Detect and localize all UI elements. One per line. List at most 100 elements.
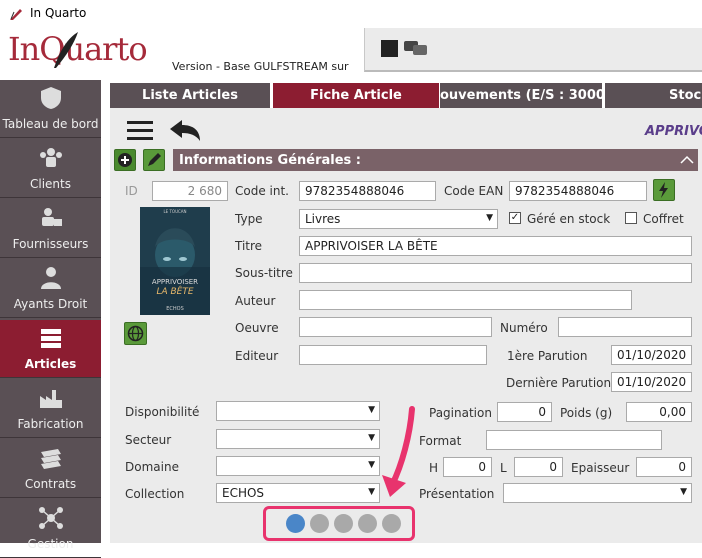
editeur-field[interactable] xyxy=(299,345,487,365)
page-dot-2[interactable] xyxy=(310,514,329,533)
id-field: 2 680 xyxy=(152,181,228,201)
h-field[interactable]: 0 xyxy=(443,457,492,477)
sidebar-item-label: Contrats xyxy=(24,477,77,491)
l-field[interactable]: 0 xyxy=(514,457,563,477)
page-dot-5[interactable] xyxy=(382,514,401,533)
sidebar-item-label: Fournisseurs xyxy=(12,237,89,251)
section-title: Informations Générales : xyxy=(179,153,362,168)
chevron-up-icon[interactable] xyxy=(680,154,694,164)
disponibilite-select[interactable] xyxy=(216,401,380,421)
pagination-field[interactable]: 0 xyxy=(497,402,552,422)
menu-icon[interactable] xyxy=(127,121,153,141)
collection-label: Collection xyxy=(125,487,185,501)
sidebar-item-clients[interactable]: Clients xyxy=(0,140,101,198)
top-toolbar xyxy=(364,28,702,72)
sidebar-item-tableau-de-bord[interactable]: Tableau de bord xyxy=(0,80,101,138)
sidebar-item-label: Ayants Droit xyxy=(13,297,88,311)
shield-icon xyxy=(41,87,61,109)
web-button[interactable] xyxy=(124,322,147,345)
code-ean-field[interactable]: 9782354888046 xyxy=(509,181,647,201)
derniere-parution-field[interactable]: 01/10/2020 xyxy=(611,372,692,392)
titre-field[interactable]: APPRIVOISER LA BÊTE xyxy=(299,236,692,256)
sidebar-item-articles[interactable]: Articles xyxy=(0,320,101,378)
code-int-label: Code int. xyxy=(235,184,289,198)
book-cover-image: LE TOUCAN APPRIVOISER LA BÊTE ECHOS xyxy=(140,207,210,315)
section-header[interactable]: Informations Générales : xyxy=(173,149,698,171)
sidebar-item-label: Fabrication xyxy=(17,417,84,431)
lightning-icon xyxy=(659,182,668,198)
format-field[interactable] xyxy=(486,430,662,450)
quill-icon xyxy=(10,9,22,20)
books-icon xyxy=(41,329,61,348)
numero-field[interactable] xyxy=(558,317,692,337)
article-title-header: APPRIVO xyxy=(645,124,702,139)
disponibilite-label: Disponibilité xyxy=(125,405,200,419)
sous-titre-field[interactable] xyxy=(299,263,692,283)
coffret-label: Coffret xyxy=(643,212,684,226)
version-label: Version - Base GULFSTREAM sur xyxy=(172,60,349,73)
domaine-select[interactable] xyxy=(216,456,380,476)
gere-stock-checkbox[interactable]: ✓ xyxy=(509,212,521,224)
tab-stock[interactable]: Stock xyxy=(605,83,702,108)
sidebar-item-label: Gestion xyxy=(27,537,74,551)
sidebar-item-fabrication[interactable]: Fabrication xyxy=(0,380,101,438)
oeuvre-field[interactable] xyxy=(299,317,492,337)
presentation-select[interactable] xyxy=(503,483,692,503)
code-int-field[interactable]: 9782354888046 xyxy=(299,181,436,201)
oeuvre-label: Oeuvre xyxy=(235,321,279,335)
collection-select[interactable]: ECHOS xyxy=(216,483,380,503)
tab-liste-articles[interactable]: Liste Articles xyxy=(110,83,270,108)
cover-publisher-top: LE TOUCAN xyxy=(163,209,187,214)
tab-fiche-article[interactable]: Fiche Article xyxy=(273,83,439,108)
premiere-parution-field[interactable]: 01/10/2020 xyxy=(611,345,692,365)
sidebar-item-ayants-droit[interactable]: Ayants Droit xyxy=(0,260,101,318)
sous-titre-label: Sous-titre xyxy=(235,266,293,280)
pagination-label: Pagination xyxy=(429,406,492,420)
stop-icon[interactable] xyxy=(381,40,398,57)
tab-mouvements[interactable]: ouvements (E/S : 3000/141 xyxy=(440,83,602,108)
sidebar-item-label: Articles xyxy=(24,357,77,371)
epaisseur-field[interactable]: 0 xyxy=(636,457,692,477)
titre-label: Titre xyxy=(235,239,263,253)
annotation-arrow-icon xyxy=(382,406,415,497)
epaisseur-label: Epaisseur xyxy=(571,461,630,475)
chat-icon[interactable] xyxy=(403,39,429,59)
sidebar-item-gestion[interactable]: Gestion xyxy=(0,500,101,558)
editeur-label: Editeur xyxy=(235,349,279,363)
sidebar-item-label: Clients xyxy=(30,177,71,191)
secteur-select[interactable] xyxy=(216,429,380,449)
back-arrow-icon[interactable] xyxy=(168,119,202,143)
plus-circle-icon xyxy=(118,153,132,167)
factory-icon xyxy=(40,390,62,408)
generate-ean-button[interactable] xyxy=(653,179,675,201)
sidebar: Tableau de bord Clients Fournisseurs Aya… xyxy=(0,80,101,558)
domaine-label: Domaine xyxy=(125,460,179,474)
edit-button[interactable] xyxy=(143,149,165,171)
coffret-checkbox[interactable] xyxy=(625,212,637,224)
group-icon xyxy=(40,148,62,167)
sidebar-item-fournisseurs[interactable]: Fournisseurs xyxy=(0,200,101,258)
page-dot-1[interactable] xyxy=(286,514,305,533)
secteur-label: Secteur xyxy=(125,433,172,447)
presentation-label: Présentation xyxy=(419,487,495,501)
page-dot-4[interactable] xyxy=(358,514,377,533)
auteur-label: Auteur xyxy=(235,294,276,308)
sidebar-item-label: Tableau de bord xyxy=(2,117,99,131)
poids-field[interactable]: 0,00 xyxy=(626,402,692,422)
id-label: ID xyxy=(125,184,138,198)
logo-quill-icon xyxy=(54,32,78,68)
auteur-field[interactable] xyxy=(299,290,632,310)
window-titlebar: In Quarto xyxy=(0,0,702,28)
h-label: H xyxy=(429,461,439,475)
poids-label: Poids (g) xyxy=(560,406,613,420)
add-button[interactable] xyxy=(114,149,136,171)
gere-stock-label: Géré en stock xyxy=(527,212,611,226)
globe-icon xyxy=(127,325,144,342)
pencil-icon xyxy=(148,153,161,166)
type-select[interactable]: Livres xyxy=(299,209,498,229)
sidebar-item-contrats[interactable]: Contrats xyxy=(0,440,101,498)
page-dot-3[interactable] xyxy=(334,514,353,533)
derniere-parution-label: Dernière Parution xyxy=(506,376,612,390)
numero-label: Numéro xyxy=(500,321,548,335)
person-icon xyxy=(41,267,61,289)
